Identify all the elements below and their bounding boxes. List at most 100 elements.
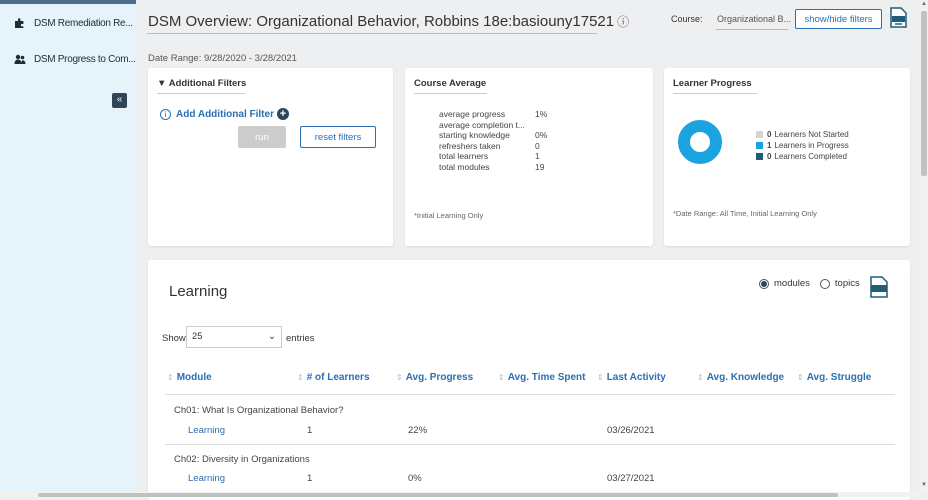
cell-progress: 0% bbox=[408, 473, 422, 484]
stat-value: 0% bbox=[535, 130, 548, 141]
filter-icon: ▼ bbox=[157, 78, 167, 89]
radio-modules[interactable] bbox=[759, 278, 769, 289]
col-label: Last Activity bbox=[606, 372, 666, 383]
entries-select-value: 25 bbox=[192, 331, 203, 342]
chevron-down-icon: ⌄ bbox=[268, 331, 276, 342]
cell-last-activity: 03/27/2021 bbox=[607, 473, 655, 484]
legend-count: 1 bbox=[767, 141, 772, 150]
stat-row: average progress 1% bbox=[439, 109, 547, 120]
col-avg-time[interactable]: ⇕ Avg. Time Spent bbox=[498, 372, 586, 383]
legend-label: Learners in Progress bbox=[774, 141, 849, 150]
stat-row: refreshers taken 0 bbox=[439, 141, 547, 152]
legend-count: 0 bbox=[767, 130, 772, 139]
title-underline bbox=[147, 33, 597, 34]
row-divider bbox=[165, 444, 895, 445]
entries-label: entries bbox=[286, 333, 315, 344]
stat-key: total modules bbox=[439, 161, 490, 172]
collapse-sidebar-button[interactable]: « bbox=[112, 93, 127, 108]
stat-key: average completion t... bbox=[439, 119, 525, 130]
stat-key: starting knowledge bbox=[439, 130, 510, 141]
scrollbar-thumb[interactable] bbox=[921, 11, 927, 176]
legend-row: 0 Learners Completed bbox=[756, 151, 849, 162]
legend-swatch bbox=[756, 142, 763, 149]
scroll-down-icon[interactable]: ▼ bbox=[921, 482, 927, 488]
course-select[interactable]: Organizational B... bbox=[717, 14, 791, 24]
sort-icon: ⇕ bbox=[697, 373, 704, 382]
csv-download-icon[interactable] bbox=[869, 276, 889, 298]
legend-row: 1 Learners in Progress bbox=[756, 140, 849, 151]
sidebar-top-bar bbox=[0, 0, 136, 4]
show-label: Show bbox=[162, 333, 186, 344]
footnote: *Initial Learning Only bbox=[414, 211, 484, 220]
view-toggle: modules topics bbox=[759, 278, 860, 289]
cell-last-activity: 03/26/2021 bbox=[607, 425, 655, 436]
col-label: Module bbox=[176, 372, 212, 383]
radio-topics[interactable] bbox=[819, 278, 830, 289]
sort-icon: ⇕ bbox=[396, 373, 403, 382]
course-average-stats: average progress 1% average completion t.… bbox=[439, 109, 547, 173]
legend-swatch bbox=[756, 153, 763, 160]
plus-icon[interactable]: + bbox=[276, 108, 289, 120]
puzzle-icon bbox=[15, 18, 24, 28]
radio-topics-label[interactable]: topics bbox=[835, 278, 860, 289]
run-button[interactable]: run bbox=[238, 126, 286, 148]
module-name: Ch01: What Is Organizational Behavior? bbox=[174, 405, 344, 416]
filters-title-text: Additional Filters bbox=[168, 78, 247, 89]
stat-row: starting knowledge 0% bbox=[439, 130, 547, 141]
cell-learners: 1 bbox=[307, 425, 313, 436]
course-underline bbox=[716, 29, 788, 30]
col-avg-progress[interactable]: ⇕ Avg. Progress bbox=[396, 372, 473, 383]
additional-filters-card: ▼ Additional Filters i Add Additional Fi… bbox=[148, 68, 393, 246]
cell-progress: 22% bbox=[408, 425, 428, 436]
add-filter-link[interactable]: i Add Additional Filter + bbox=[160, 108, 289, 120]
sort-icon: ⇕ bbox=[498, 373, 505, 382]
legend-label: Learners Completed bbox=[774, 152, 847, 161]
course-label: Course: bbox=[671, 14, 703, 24]
stat-row: average completion t... bbox=[439, 120, 547, 131]
radio-dot bbox=[761, 280, 767, 287]
horizontal-scrollbar-thumb[interactable] bbox=[38, 493, 838, 497]
col-learners[interactable]: ⇕ # of Learners bbox=[297, 372, 370, 383]
header-divider bbox=[165, 394, 895, 395]
show-hide-filters-button[interactable]: show/hide filters bbox=[795, 9, 882, 29]
scroll-up-icon[interactable]: ▲ bbox=[921, 1, 927, 7]
stat-key: average progress bbox=[439, 109, 506, 119]
pdf-download-icon[interactable] bbox=[890, 7, 907, 28]
sidebar-item-remediation[interactable]: DSM Remediation Re... bbox=[0, 8, 136, 38]
reset-filters-button[interactable]: reset filters bbox=[300, 126, 376, 148]
stat-row: total learners 1 bbox=[439, 151, 547, 162]
course-average-card: Course Average average progress 1% averag… bbox=[405, 68, 653, 246]
col-avg-knowledge[interactable]: ⇕ Avg. Knowledge bbox=[697, 372, 784, 383]
sort-icon: ⇕ bbox=[297, 373, 304, 382]
learner-progress-legend: 0 Learners Not Started 1 Learners in Progr… bbox=[756, 129, 849, 162]
module-name: Ch02: Diversity in Organizations bbox=[174, 454, 310, 465]
info-icon[interactable]: ⓘ bbox=[617, 13, 629, 30]
col-module[interactable]: ⇕ Module bbox=[167, 372, 212, 383]
col-avg-struggle[interactable]: ⇕ Avg. Struggle bbox=[797, 372, 871, 383]
stat-value: 0 bbox=[535, 140, 540, 151]
sidebar-item-progress[interactable]: DSM Progress to Com... bbox=[0, 44, 136, 74]
card-underline bbox=[414, 93, 487, 94]
card-underline bbox=[673, 93, 757, 94]
card-title: Course Average bbox=[414, 78, 487, 89]
col-last-activity[interactable]: ⇕ Last Activity bbox=[597, 372, 666, 383]
learning-link[interactable]: Learning bbox=[188, 473, 225, 484]
col-label: # of Learners bbox=[306, 372, 370, 383]
col-label: Avg. Knowledge bbox=[706, 372, 785, 383]
learning-title: Learning bbox=[169, 283, 228, 300]
card-title: Learner Progress bbox=[673, 78, 752, 89]
sidebar: DSM Remediation Re... DSM Progress to Co… bbox=[0, 0, 136, 492]
legend-row: 0 Learners Not Started bbox=[756, 129, 849, 140]
legend-label: Learners Not Started bbox=[774, 130, 849, 139]
stat-row: total modules 19 bbox=[439, 162, 547, 173]
stat-key: total learners bbox=[439, 151, 489, 162]
entries-select[interactable]: 25 ⌄ bbox=[186, 326, 282, 348]
donut-segment-in-progress bbox=[678, 120, 722, 164]
learning-link[interactable]: Learning bbox=[188, 425, 225, 436]
main-content: DSM Overview: Organizational Behavior, R… bbox=[136, 0, 920, 500]
card-title: ▼ Additional Filters bbox=[157, 78, 246, 89]
footnote: *Date Range: All Time, Initial Learning … bbox=[673, 209, 817, 218]
stat-key: refreshers taken bbox=[439, 140, 501, 151]
radio-modules-label[interactable]: modules bbox=[774, 278, 810, 289]
card-underline bbox=[157, 93, 245, 94]
